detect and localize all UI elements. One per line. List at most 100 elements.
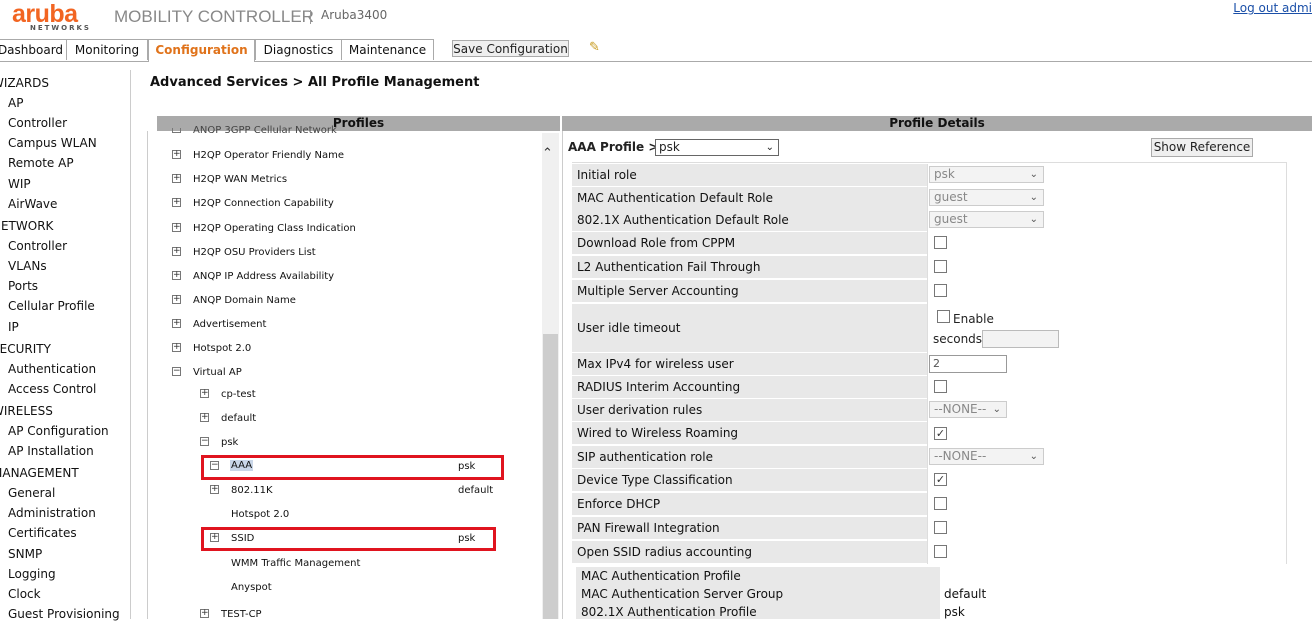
row-label-l2-fail-through: L2 Authentication Fail Through: [572, 256, 927, 278]
tree-item-virtual-ap[interactable]: Virtual AP: [193, 367, 242, 378]
wired-wireless-roaming-checkbox[interactable]: ✓: [934, 427, 947, 440]
sidebar-item-administration[interactable]: Administration: [8, 506, 96, 520]
sub-profile-mac-auth-profile[interactable]: MAC Authentication Profile: [576, 567, 940, 585]
pencil-icon[interactable]: ✎: [589, 40, 600, 55]
idle-timeout-seconds-label: seconds: [933, 332, 983, 346]
expand-icon[interactable]: +: [200, 609, 209, 618]
download-role-checkbox[interactable]: [934, 236, 947, 249]
user-derivation-rules-value: --NONE--: [934, 402, 987, 416]
sidebar-item-controller-wizard[interactable]: Controller: [8, 116, 67, 130]
logout-link[interactable]: Log out admi: [1233, 1, 1312, 15]
sidebar-item-general[interactable]: General: [8, 486, 55, 500]
max-ipv4-input[interactable]: 2: [929, 355, 1007, 373]
sidebar-item-cellular-profile[interactable]: Cellular Profile: [8, 299, 95, 313]
sidebar-item-airwave[interactable]: AirWave: [8, 197, 57, 211]
profile-select[interactable]: psk ⌄: [655, 139, 779, 156]
tree-item[interactable]: ANQP Domain Name: [193, 295, 296, 306]
sidebar-item-campus-wlan[interactable]: Campus WLAN: [8, 136, 97, 150]
sidebar-section-security: SECURITY: [0, 342, 51, 356]
user-derivation-rules-select[interactable]: --NONE-- ⌄: [929, 401, 1007, 418]
expand-icon[interactable]: +: [200, 413, 209, 422]
tab-dashboard[interactable]: Dashboard: [0, 39, 67, 60]
row-label-open-ssid-radius: Open SSID radius accounting: [572, 541, 927, 563]
profiles-scrollbar-thumb[interactable]: [543, 334, 558, 619]
show-reference-button[interactable]: Show Reference: [1151, 138, 1253, 157]
profile-details-header: Profile Details: [562, 116, 1312, 131]
sidebar-item-ap-installation[interactable]: AP Installation: [8, 444, 94, 458]
expand-icon[interactable]: +: [172, 247, 181, 256]
enforce-dhcp-checkbox[interactable]: [934, 497, 947, 510]
expand-icon[interactable]: +: [172, 295, 181, 304]
tree-item-anyspot[interactable]: Anyspot: [231, 582, 272, 593]
sidebar-item-remote-ap[interactable]: Remote AP: [8, 156, 74, 170]
mac-default-role-select[interactable]: guest ⌄: [929, 189, 1044, 206]
row-label-device-type-classification: Device Type Classification: [572, 469, 927, 491]
tree-item-wmm[interactable]: WMM Traffic Management: [231, 558, 360, 569]
tab-configuration[interactable]: Configuration: [148, 39, 255, 62]
tree-item-test-cp[interactable]: TEST-CP: [221, 609, 262, 620]
device-type-classification-checkbox[interactable]: ✓: [934, 473, 947, 486]
sub-profile-dot1x-auth-profile[interactable]: 802.1X Authentication Profile: [576, 603, 940, 619]
tab-diagnostics[interactable]: Diagnostics: [255, 39, 342, 60]
expand-icon[interactable]: +: [172, 271, 181, 280]
open-ssid-radius-checkbox[interactable]: [934, 545, 947, 558]
sidebar-section-network: NETWORK: [0, 219, 54, 233]
expand-icon[interactable]: +: [172, 343, 181, 352]
save-configuration-button[interactable]: Save Configuration: [452, 40, 569, 57]
sidebar-item-ap-configuration[interactable]: AP Configuration: [8, 424, 109, 438]
sidebar-item-vlans[interactable]: VLANs: [8, 259, 47, 273]
tree-item[interactable]: H2QP Connection Capability: [193, 198, 334, 209]
tree-item[interactable]: H2QP Operating Class Indication: [193, 223, 356, 234]
expand-icon[interactable]: +: [172, 198, 181, 207]
sidebar-item-clock[interactable]: Clock: [8, 587, 41, 601]
tab-monitoring[interactable]: Monitoring: [66, 39, 148, 60]
tree-item-hotspot[interactable]: Hotspot 2.0: [231, 509, 289, 520]
expand-icon[interactable]: +: [172, 319, 181, 328]
sub-profile-mac-auth-server-group[interactable]: MAC Authentication Server Group: [576, 585, 940, 603]
collapse-icon[interactable]: −: [172, 367, 181, 376]
expand-icon[interactable]: [172, 128, 181, 133]
initial-role-value: psk: [934, 167, 955, 181]
tab-maintenance[interactable]: Maintenance: [341, 39, 434, 60]
pan-firewall-checkbox[interactable]: [934, 521, 947, 534]
tree-item[interactable]: H2QP Operator Friendly Name: [193, 150, 344, 161]
dot1x-default-role-select[interactable]: guest ⌄: [929, 211, 1044, 228]
expand-icon[interactable]: +: [210, 485, 219, 494]
l2-fail-through-checkbox[interactable]: [934, 260, 947, 273]
radius-interim-checkbox[interactable]: [934, 380, 947, 393]
sidebar-item-ports[interactable]: Ports: [8, 279, 38, 293]
multiple-server-accounting-checkbox[interactable]: [934, 284, 947, 297]
sidebar-item-snmp[interactable]: SNMP: [8, 547, 42, 561]
collapse-icon[interactable]: −: [200, 437, 209, 446]
tree-item[interactable]: H2QP OSU Providers List: [193, 247, 316, 258]
tree-item[interactable]: Advertisement: [193, 319, 266, 330]
sidebar-item-certificates[interactable]: Certificates: [8, 526, 77, 540]
initial-role-select[interactable]: psk ⌄: [929, 166, 1044, 183]
breadcrumb: Advanced Services > All Profile Manageme…: [150, 75, 480, 90]
row-label-initial-role: Initial role: [572, 164, 927, 186]
sidebar-item-wip[interactable]: WIP: [8, 177, 31, 191]
sidebar-item-access-control[interactable]: Access Control: [8, 382, 96, 396]
sidebar-item-logging[interactable]: Logging: [8, 567, 56, 581]
tree-item-cut[interactable]: ANQP 3GPP Cellular Network: [193, 125, 337, 133]
idle-timeout-seconds-input[interactable]: [982, 330, 1059, 348]
expand-icon[interactable]: +: [200, 389, 209, 398]
idle-timeout-enable-checkbox[interactable]: [937, 310, 950, 323]
sidebar-section-wizards: WIZARDS: [0, 76, 50, 90]
sidebar-item-authentication[interactable]: Authentication: [8, 362, 96, 376]
tree-item[interactable]: ANQP IP Address Availability: [193, 271, 334, 282]
tree-item-psk[interactable]: psk: [221, 437, 238, 448]
sip-auth-role-select[interactable]: --NONE-- ⌄: [929, 448, 1044, 465]
tree-item-cp-test[interactable]: cp-test: [221, 389, 256, 400]
expand-icon[interactable]: +: [172, 174, 181, 183]
tree-item-80211k[interactable]: 802.11K: [231, 485, 273, 496]
tree-item-default[interactable]: default: [221, 413, 256, 424]
tree-item[interactable]: Hotspot 2.0: [193, 343, 251, 354]
tree-item[interactable]: H2QP WAN Metrics: [193, 174, 287, 185]
expand-icon[interactable]: +: [172, 150, 181, 159]
sidebar-item-controller[interactable]: Controller: [8, 239, 67, 253]
sidebar-item-ip[interactable]: IP: [8, 320, 19, 334]
scroll-up-icon[interactable]: ⌃: [542, 146, 553, 161]
expand-icon[interactable]: +: [172, 223, 181, 232]
sidebar-item-ap[interactable]: AP: [8, 96, 23, 110]
